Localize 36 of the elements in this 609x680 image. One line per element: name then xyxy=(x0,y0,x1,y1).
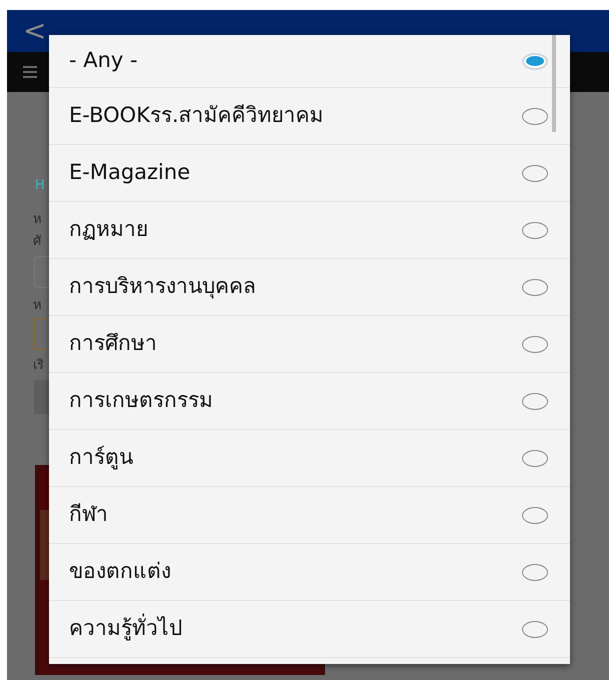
option-label: การเกษตรกรรม xyxy=(69,387,213,414)
radio-button[interactable] xyxy=(522,222,548,238)
radio-button[interactable] xyxy=(522,620,548,638)
option-label: - Any - xyxy=(69,47,138,74)
option-item[interactable]: กีฬา xyxy=(49,487,570,544)
option-item[interactable]: กฏหมาย xyxy=(49,202,570,259)
back-button[interactable]: < xyxy=(23,17,46,45)
radio-button[interactable] xyxy=(522,336,548,352)
option-label: กฏหมาย xyxy=(69,216,148,244)
option-item[interactable]: การบริหารงานบุคคล xyxy=(49,259,570,316)
option-label: E-Magazine xyxy=(69,159,190,186)
radio-button[interactable] xyxy=(522,392,548,410)
option-item[interactable]: ความรู้ทั่วไป xyxy=(49,601,570,658)
option-label: กีฬา xyxy=(69,501,108,528)
option-item[interactable]: E-Magazine xyxy=(49,145,570,202)
option-item[interactable]: การศึกษา xyxy=(49,316,570,373)
radio-button[interactable] xyxy=(522,278,548,296)
radio-button[interactable] xyxy=(522,506,548,524)
option-label: การบริหารงานบุคคล xyxy=(69,273,256,301)
form-label: ศั xyxy=(33,233,41,251)
option-label: ความรู้ทั่วไป xyxy=(69,613,182,645)
radio-button[interactable] xyxy=(522,108,548,124)
option-label: การศึกษา xyxy=(69,330,157,358)
form-label: ห xyxy=(33,297,42,315)
option-label: การ์ตูน xyxy=(69,444,133,472)
form-label: เริ xyxy=(33,357,44,375)
option-label: ของตกแต่ง xyxy=(69,558,171,586)
form-label: ห xyxy=(33,211,42,229)
radio-button[interactable] xyxy=(522,164,548,182)
option-item[interactable]: ของตกแต่ง xyxy=(49,544,570,601)
option-item[interactable]: การ์ตูน xyxy=(49,430,570,487)
radio-button[interactable] xyxy=(522,564,548,580)
option-item[interactable]: การเกษตรกรรม xyxy=(49,373,570,430)
menu-icon[interactable] xyxy=(23,66,37,78)
option-label: E-BOOKรร.สามัคคีวิทยาคม xyxy=(69,102,324,130)
radio-button[interactable] xyxy=(522,450,548,466)
